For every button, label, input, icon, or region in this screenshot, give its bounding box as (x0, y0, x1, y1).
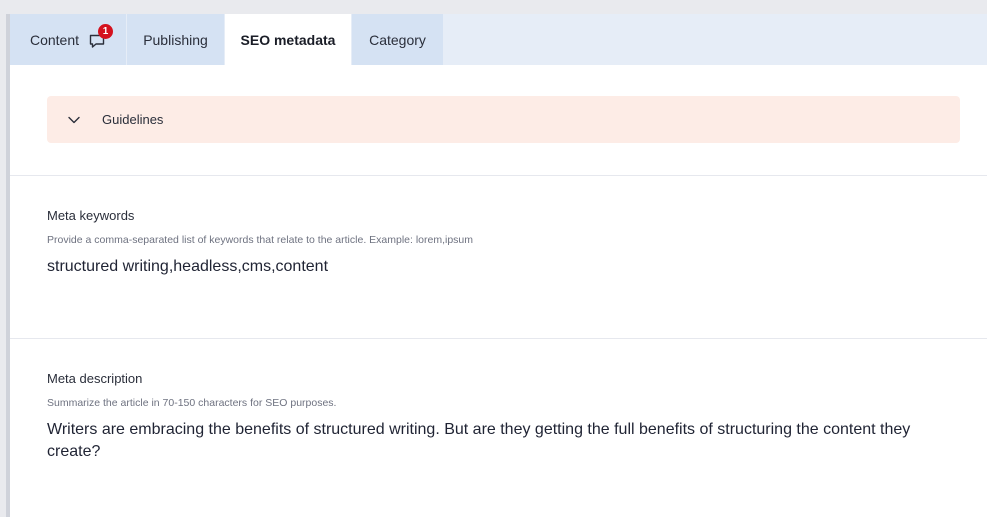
guidelines-label: Guidelines (102, 112, 164, 127)
meta-keywords-help: Provide a comma-separated list of keywor… (47, 234, 474, 246)
seo-editor-panel: Content 1 Publishing SEO metadata Catego… (10, 14, 987, 517)
tab-publishing-label: Publishing (143, 31, 208, 48)
meta-keywords-field: Meta keywords Provide a comma-separated … (47, 208, 967, 278)
meta-description-label: Meta description (47, 371, 143, 386)
meta-keywords-input[interactable]: structured writing,headless,cms,content (47, 256, 967, 278)
comment-icon[interactable]: 1 (88, 23, 114, 50)
section-divider (10, 175, 987, 176)
tab-content-label: Content (29, 31, 80, 48)
meta-description-field: Meta description Summarize the article i… (47, 371, 967, 463)
chevron-down-icon (68, 116, 80, 123)
tab-category[interactable]: Category (352, 14, 444, 65)
tab-seo-metadata[interactable]: SEO metadata (225, 14, 352, 65)
section-divider (10, 338, 987, 339)
tab-seo-metadata-label: SEO metadata (240, 31, 336, 48)
comment-count-badge: 1 (98, 23, 114, 39)
meta-description-help: Summarize the article in 70-150 characte… (47, 397, 337, 409)
tab-content[interactable]: Content 1 (10, 14, 127, 65)
tab-category-label: Category (369, 31, 426, 48)
guidelines-accordion[interactable]: Guidelines (47, 96, 960, 143)
meta-description-input[interactable]: Writers are embracing the benefits of st… (47, 419, 967, 463)
meta-keywords-label: Meta keywords (47, 208, 135, 223)
tab-bar: Content 1 Publishing SEO metadata Catego… (10, 14, 987, 65)
tab-publishing[interactable]: Publishing (127, 14, 225, 65)
